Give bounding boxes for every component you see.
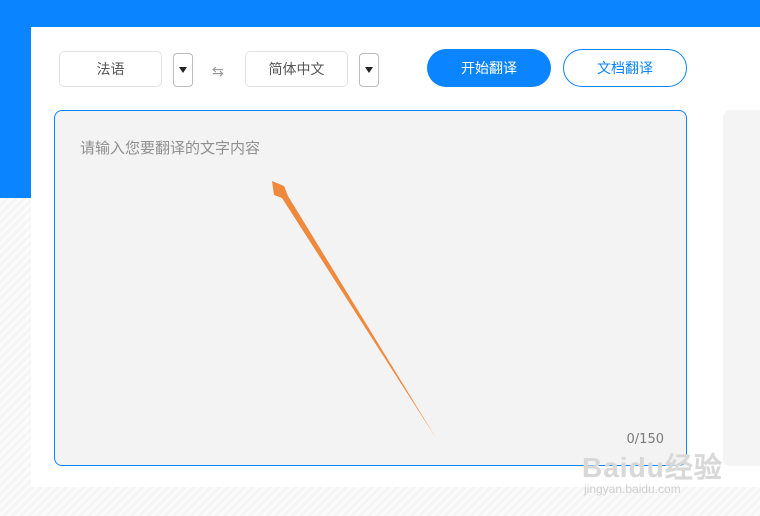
watermark-logo: Baidu经验: [582, 452, 723, 483]
target-language-label: 简体中文: [268, 62, 325, 78]
baidu-watermark: Baidu经验 jingyan.baidu.com: [582, 446, 732, 502]
watermark-url: jingyan.baidu.com: [584, 482, 681, 496]
input-placeholder: 请输入您要翻译的文字内容: [80, 139, 261, 157]
source-language-select[interactable]: 法语: [59, 51, 162, 87]
header-bar: [0, 0, 760, 27]
swap-icon[interactable]: ⇆: [212, 64, 224, 80]
character-counter: 0/150: [626, 432, 664, 447]
source-text-input[interactable]: 请输入您要翻译的文字内容 0/150: [54, 110, 687, 466]
start-translate-label: 开始翻译: [461, 61, 517, 77]
document-translate-label: 文档翻译: [597, 61, 653, 77]
chevron-down-icon: [179, 67, 187, 73]
result-panel: [723, 110, 760, 466]
chevron-down-icon: [365, 67, 373, 73]
document-translate-button[interactable]: 文档翻译: [563, 49, 687, 87]
side-accent: [0, 0, 31, 198]
source-language-label: 法语: [96, 62, 125, 78]
source-language-dropdown[interactable]: [173, 53, 193, 87]
start-translate-button[interactable]: 开始翻译: [427, 49, 551, 87]
target-language-dropdown[interactable]: [359, 53, 379, 87]
target-language-select[interactable]: 简体中文: [245, 51, 348, 87]
